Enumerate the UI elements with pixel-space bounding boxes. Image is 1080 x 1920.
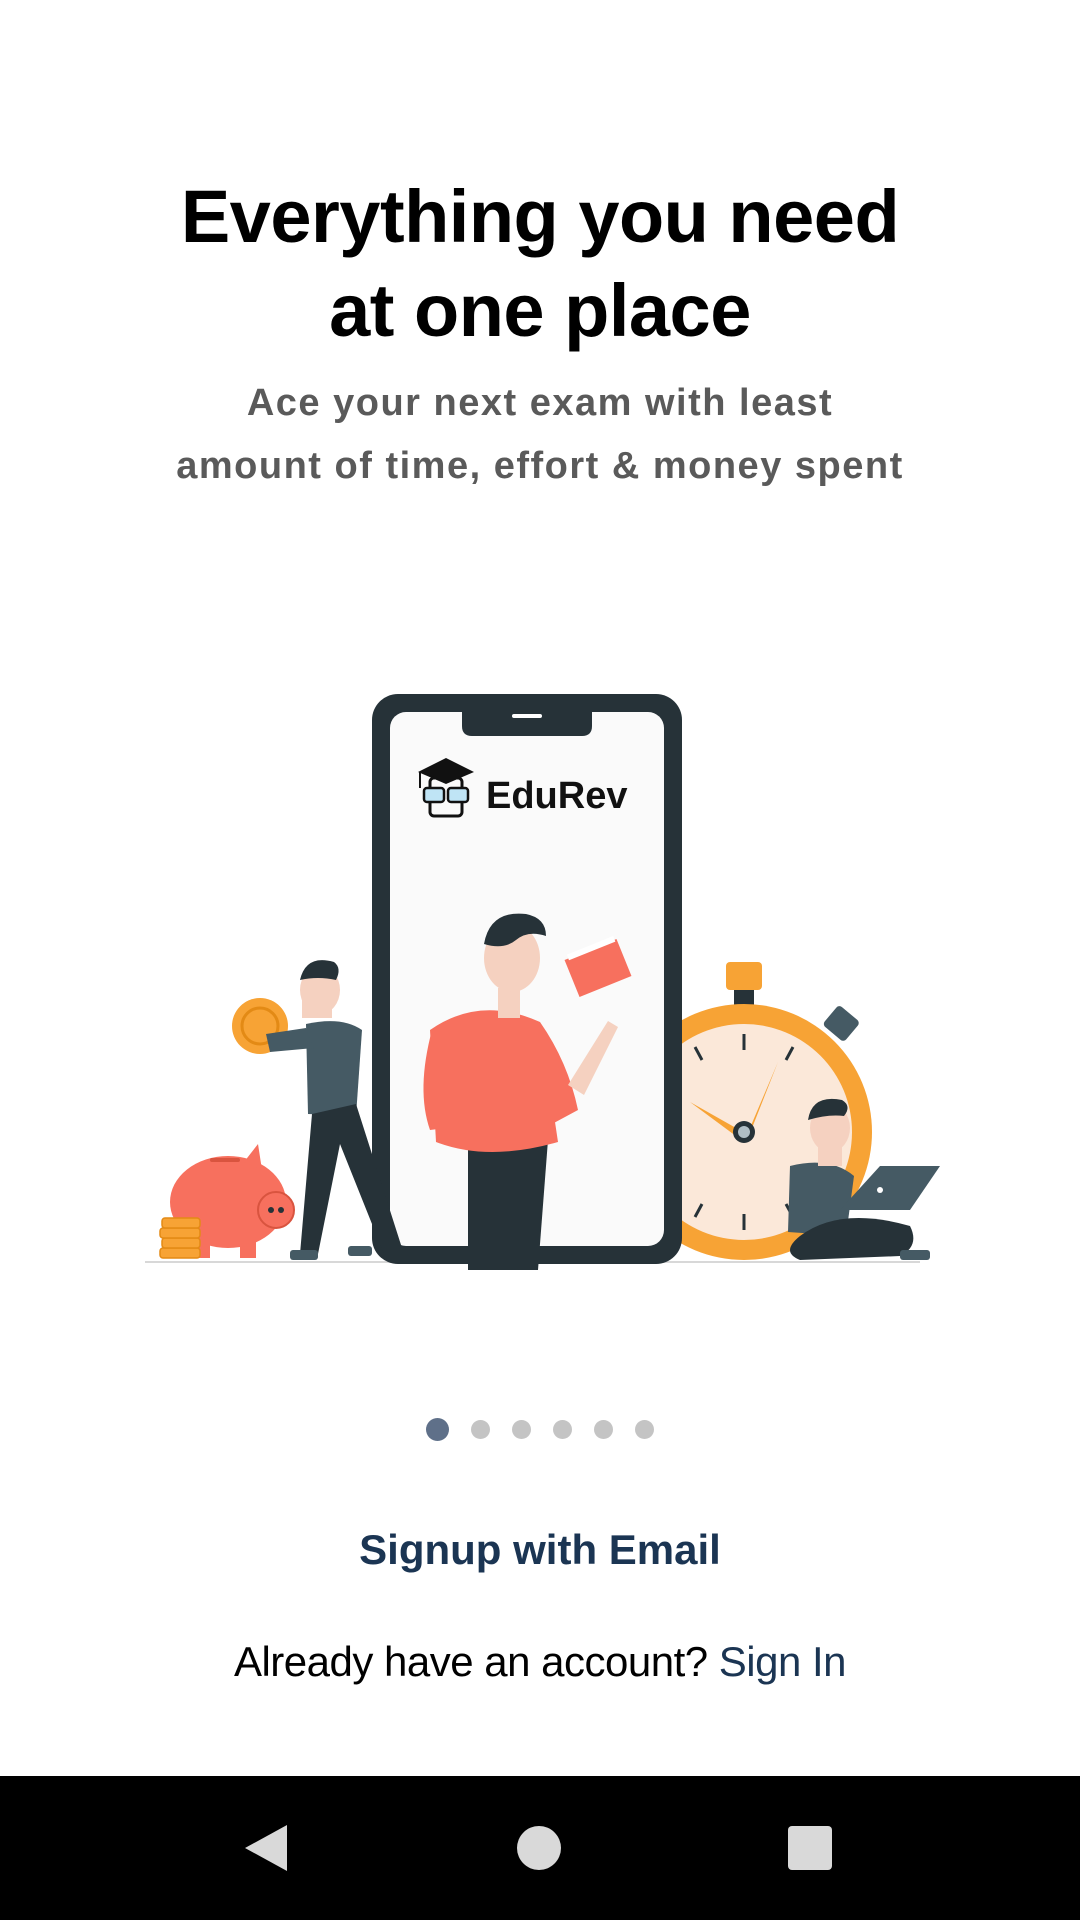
onboarding-illustration: EduRev xyxy=(145,694,940,1270)
page-dot-1[interactable] xyxy=(426,1418,449,1441)
subtitle-line-2: amount of time, effort & money spent xyxy=(176,445,904,487)
onboarding-screen: Everything you need at one place Ace you… xyxy=(0,0,1080,1776)
home-circle-icon[interactable] xyxy=(491,1800,587,1896)
signin-prompt: Already have an account? xyxy=(233,1638,708,1685)
page-dot-4[interactable] xyxy=(553,1420,572,1439)
phone-illustration: EduRev xyxy=(372,694,682,1270)
title-line-2: at one place xyxy=(329,269,751,352)
system-navigation-bar xyxy=(0,1776,1080,1920)
page-dot-5[interactable] xyxy=(594,1420,613,1439)
subtitle-line-1: Ace your next exam with least xyxy=(246,382,834,424)
brand-text: EduRev xyxy=(486,775,627,817)
page-dot-3[interactable] xyxy=(512,1420,531,1439)
back-triangle-icon[interactable] xyxy=(218,1800,314,1896)
page-dot-6[interactable] xyxy=(635,1420,654,1439)
page-indicator xyxy=(0,1418,1080,1441)
page-dot-2[interactable] xyxy=(471,1420,490,1439)
coin-stack-icon xyxy=(159,1217,201,1259)
signin-link[interactable]: Sign In xyxy=(719,1638,847,1685)
recents-square-icon[interactable] xyxy=(762,1800,858,1896)
signin-row: Already have an account? Sign In xyxy=(0,1632,1080,1692)
onboarding-title: Everything you need at one place xyxy=(0,170,1080,358)
signup-with-email-button[interactable]: Signup with Email xyxy=(0,1520,1080,1580)
title-line-1: Everything you need xyxy=(180,175,900,258)
onboarding-subtitle: Ace your next exam with least amount of … xyxy=(0,372,1080,498)
